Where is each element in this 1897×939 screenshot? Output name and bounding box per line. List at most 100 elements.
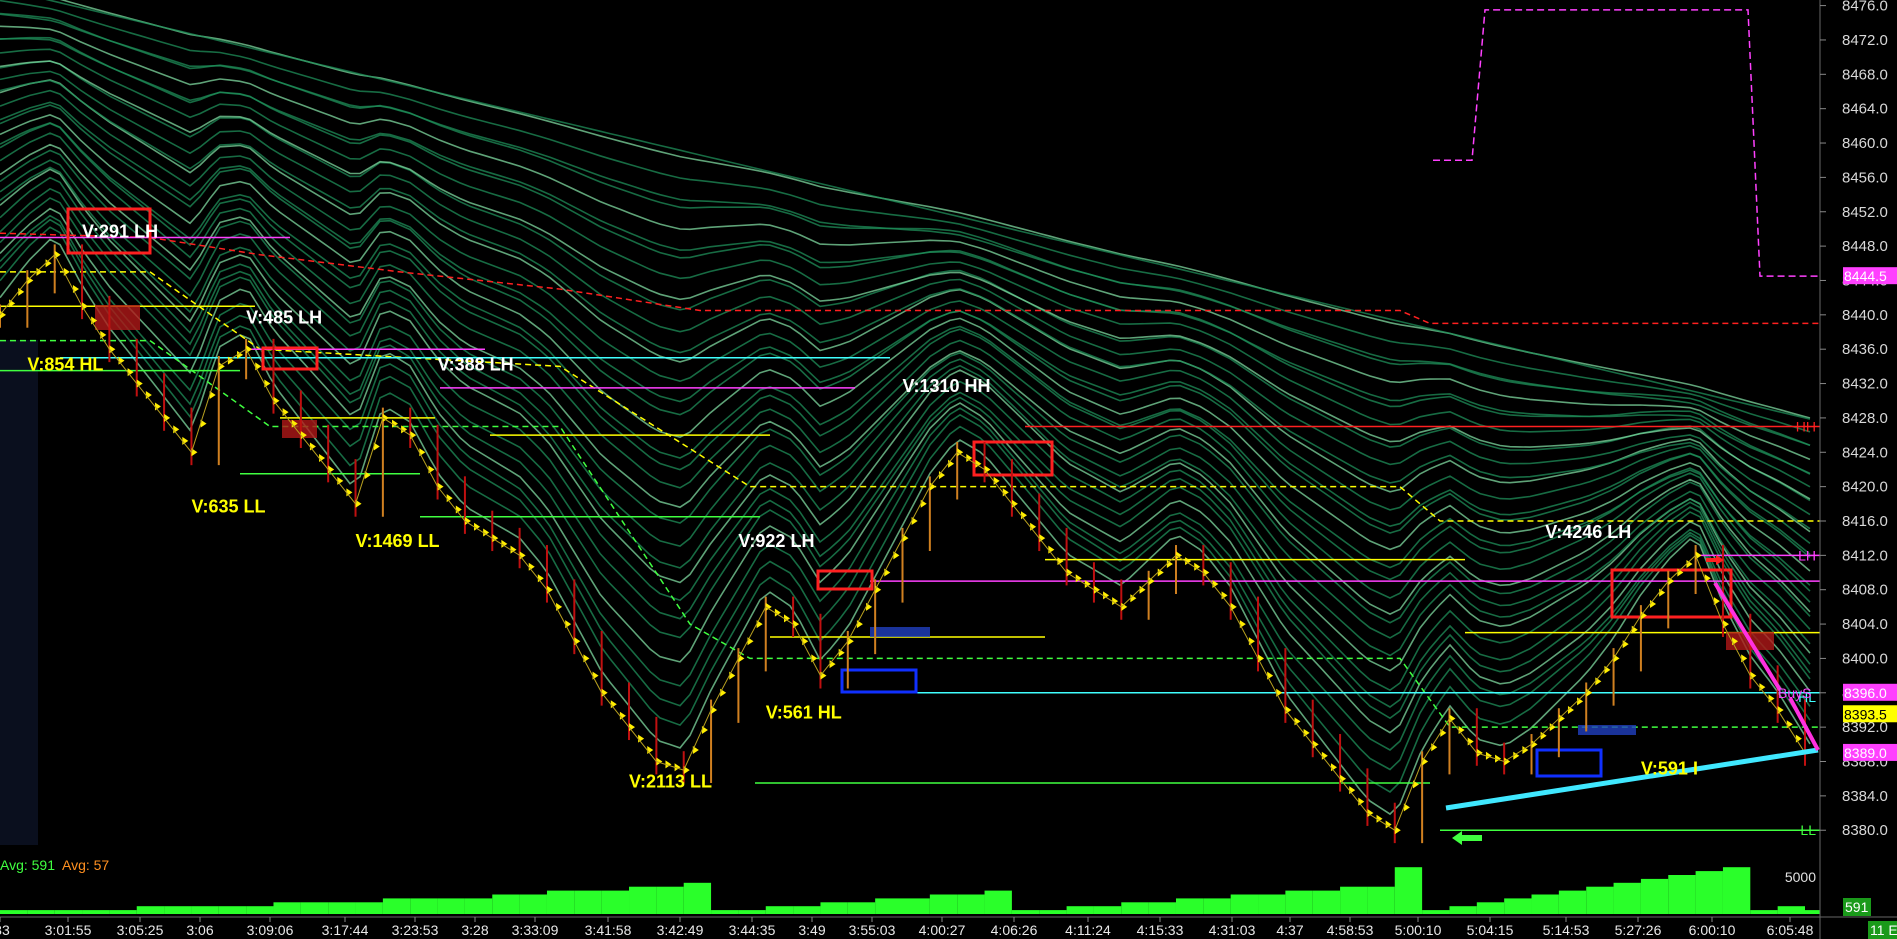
x-tick-label: 3:33:09 (512, 922, 559, 938)
x-tick-label: 4:31:03 (1209, 922, 1256, 938)
y-tick-label: 8456.0 (1842, 169, 1888, 186)
y-tick-label: 8460.0 (1842, 135, 1888, 152)
volume-bar (382, 898, 411, 914)
y-tick-label: 8476.0 (1842, 0, 1888, 15)
volume-bar (1394, 867, 1423, 914)
red-fill-block (282, 420, 317, 438)
y-tick-label: 8464.0 (1842, 101, 1888, 118)
x-tick-label: 3:44:35 (729, 922, 776, 938)
volume-bar (136, 906, 165, 914)
y-tick-label: 8416.0 (1842, 513, 1888, 530)
swing-label: V:4246 LH (1545, 522, 1631, 542)
volume-bar (711, 910, 739, 914)
swing-label: V:2113 LL (629, 771, 712, 791)
volume-bar (27, 910, 55, 914)
x-tick-label: 3:01:55 (45, 922, 92, 938)
x-tick-label: 3:49 (798, 922, 825, 938)
volume-scale-label: 5000 (1785, 869, 1816, 885)
volume-bar (875, 898, 903, 914)
price-chart[interactable]: V:291 LH V:854 HL V:485 LH V:388 LH V:635 LL… (0, 0, 1897, 939)
price-tag: 8389.0 (1844, 745, 1887, 761)
x-tick-label: 4:06:26 (991, 922, 1038, 938)
swing-label: V:291 LH (82, 222, 158, 242)
y-tick-label: 8440.0 (1842, 307, 1888, 324)
volume-bar (1312, 890, 1341, 914)
level-tag: LL (1800, 822, 1816, 838)
volume-bar (492, 894, 520, 914)
x-tick-label: 3:23:53 (392, 922, 439, 938)
x-tick-label: 4:00:27 (919, 922, 966, 938)
x-tick-label: 3:55:03 (849, 922, 896, 938)
swing-label: V:591 I (1641, 758, 1698, 778)
volume-bar (574, 890, 602, 914)
volume-bar (1558, 890, 1587, 914)
price-tag: 8444.5 (1844, 268, 1887, 284)
volume-bar (984, 890, 1012, 914)
volume-bar (191, 906, 219, 914)
volume-bar (300, 902, 329, 914)
volume-bar (738, 910, 766, 914)
volume-bar (82, 910, 110, 914)
volume-bar (929, 894, 958, 914)
volume-bar (601, 890, 630, 914)
volume-bar (629, 886, 657, 914)
volume-bar (1203, 898, 1231, 914)
y-tick-label: 8412.0 (1842, 547, 1888, 564)
x-tick-label: 3:06 (186, 922, 213, 938)
volume-last-tag: 591 (1845, 899, 1869, 915)
y-tick-label: 8468.0 (1842, 66, 1888, 83)
x-tick-label: 5:27:26 (1615, 922, 1662, 938)
swing-label: V:1469 LL (356, 531, 440, 551)
x-tick-label: 3:09:06 (247, 922, 294, 938)
volume-bar (546, 890, 575, 914)
swing-label: V:1310 HH (903, 376, 991, 396)
x-tick-label: 5:14:53 (1543, 922, 1590, 938)
swing-label: V:485 LH (246, 307, 322, 327)
y-tick-label: 8428.0 (1842, 410, 1888, 427)
volume-bar (902, 898, 930, 914)
volume-bar (437, 898, 465, 914)
volume-bar (1531, 894, 1559, 914)
volume-bar (820, 902, 848, 914)
volume-bar (109, 910, 137, 914)
volume-bar (1285, 890, 1313, 914)
volume-bar (957, 894, 985, 914)
x-tick-label: 3:17:44 (322, 922, 369, 938)
x-tick-label: 4:15:33 (1137, 922, 1184, 938)
x-tick-label: 4:37 (1276, 922, 1303, 938)
volume-bar (1093, 906, 1122, 914)
y-tick-label: 8408.0 (1842, 582, 1888, 599)
swing-label: V:922 LH (738, 531, 814, 551)
volume-bar (1422, 910, 1450, 914)
volume-bar (410, 898, 438, 914)
volume-bar (1121, 902, 1149, 914)
volume-bar (1777, 906, 1805, 914)
volume-bar (793, 906, 821, 914)
volume-bar (328, 902, 356, 914)
y-tick-label: 8404.0 (1842, 616, 1888, 633)
x-tick-label: 3:42:49 (657, 922, 704, 938)
swing-label: V:561 HL (766, 703, 842, 723)
price-tag: 8396.0 (1844, 685, 1887, 701)
volume-bar (1722, 867, 1751, 914)
swing-label: V:388 LH (438, 355, 514, 375)
x-tick-label: 6:05:48 (1767, 922, 1814, 938)
avg-label-orange: Avg: 57 (62, 857, 109, 873)
volume-bar (1175, 898, 1204, 914)
x-tick-label: 4:11:24 (1065, 922, 1111, 938)
y-tick-label: 8384.0 (1842, 788, 1888, 805)
y-tick-label: 8472.0 (1842, 32, 1888, 49)
blue-fill-block (870, 627, 930, 637)
red-fill-block (95, 305, 140, 330)
x-tick-label: 4:58:53 (1327, 922, 1374, 938)
volume-bar (1613, 882, 1641, 914)
x-tick-label: 6:00:10 (1689, 922, 1736, 938)
level-tag: HH (1796, 419, 1816, 435)
swing-label: V:635 LL (191, 496, 265, 516)
volume-bar (656, 886, 684, 914)
volume-bar (765, 906, 794, 914)
x-tick-label: 3:41:58 (585, 922, 632, 938)
volume-bar (1258, 894, 1286, 914)
volume-bar (1476, 902, 1505, 914)
volume-bar (1668, 875, 1696, 914)
